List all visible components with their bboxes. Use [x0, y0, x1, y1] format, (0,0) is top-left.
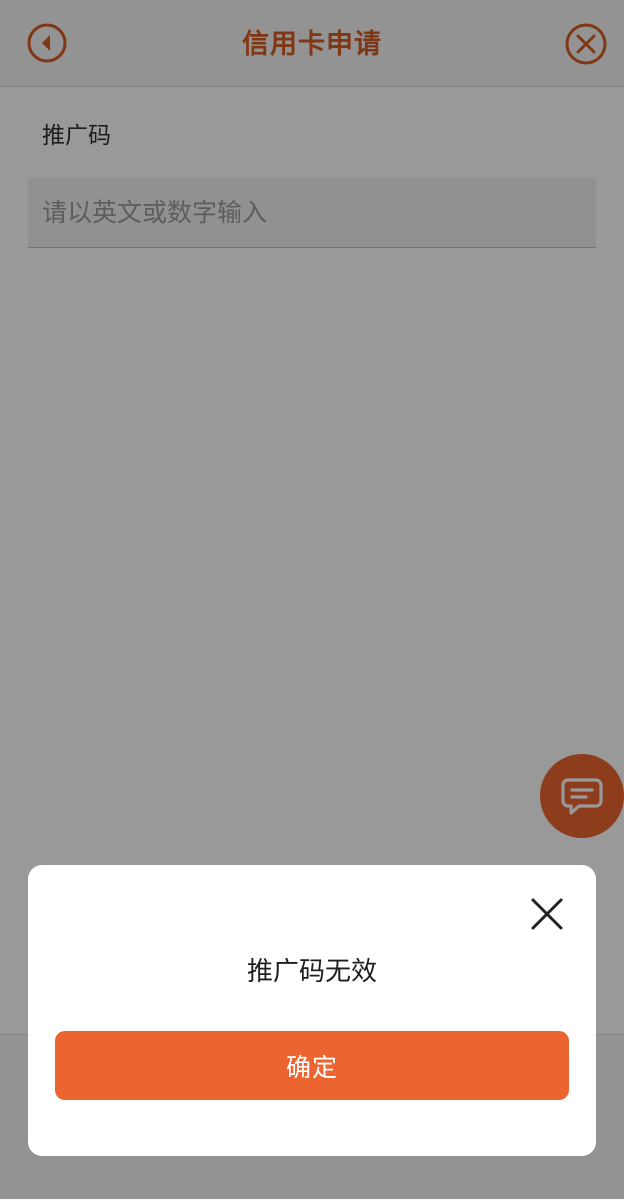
alert-dialog: 推广码无效 确定 — [28, 865, 596, 1156]
dialog-close-button[interactable] — [528, 895, 566, 933]
close-icon — [531, 898, 563, 930]
confirm-button[interactable]: 确定 — [55, 1031, 569, 1100]
dialog-message: 推广码无效 — [246, 957, 377, 987]
